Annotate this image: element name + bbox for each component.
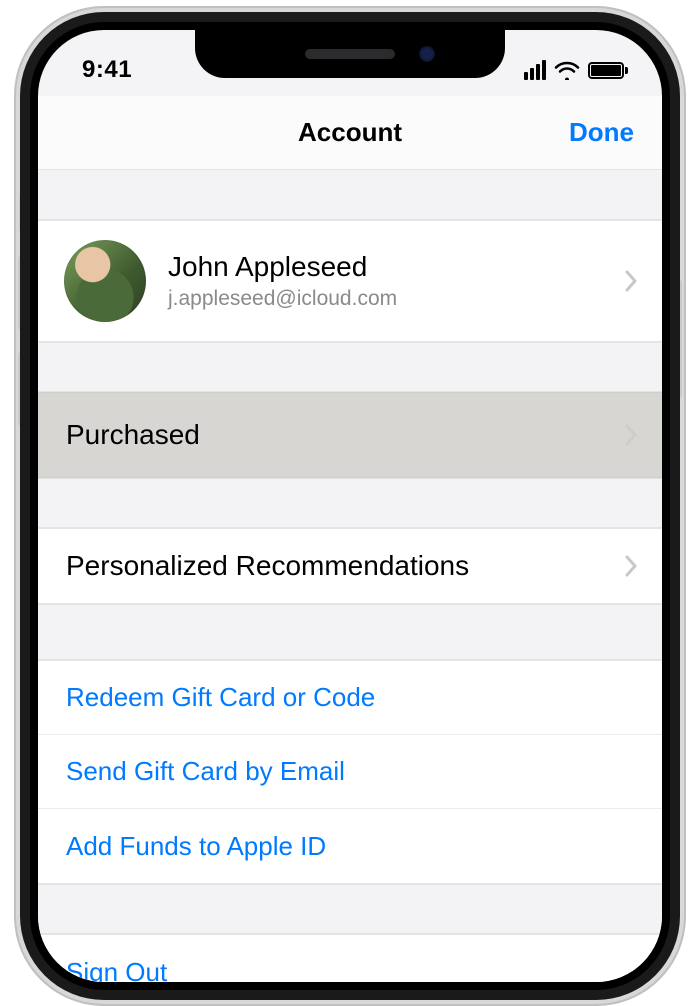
- done-button[interactable]: Done: [569, 117, 634, 148]
- status-icons: [524, 60, 624, 80]
- send-gift-label: Send Gift Card by Email: [66, 756, 345, 787]
- status-time: 9:41: [82, 56, 132, 84]
- gift-links-group: Redeem Gift Card or Code Send Gift Card …: [38, 660, 662, 884]
- profile-email: j.appleseed@icloud.com: [168, 287, 397, 311]
- redeem-row[interactable]: Redeem Gift Card or Code: [38, 661, 662, 735]
- redeem-label: Redeem Gift Card or Code: [66, 682, 375, 713]
- device-frame: 9:41: [14, 6, 686, 1006]
- chevron-right-icon: [624, 554, 638, 578]
- send-gift-row[interactable]: Send Gift Card by Email: [38, 735, 662, 809]
- group-separator: [38, 170, 662, 220]
- front-camera: [419, 46, 435, 62]
- group-separator: [38, 342, 662, 392]
- purchased-label: Purchased: [66, 419, 200, 451]
- earpiece-speaker: [305, 49, 395, 59]
- recommendations-group: Personalized Recommendations: [38, 528, 662, 604]
- purchased-group: Purchased: [38, 392, 662, 478]
- wifi-icon: [554, 60, 580, 80]
- chevron-right-icon: [624, 423, 638, 447]
- notch: [195, 30, 505, 78]
- add-funds-row[interactable]: Add Funds to Apple ID: [38, 809, 662, 883]
- battery-icon: [588, 62, 624, 79]
- device-bezel-inner: 9:41: [30, 22, 670, 990]
- avatar: [64, 240, 146, 322]
- add-funds-label: Add Funds to Apple ID: [66, 831, 326, 862]
- recommendations-row[interactable]: Personalized Recommendations: [38, 529, 662, 603]
- profile-row[interactable]: John Appleseed j.appleseed@icloud.com: [38, 221, 662, 341]
- chevron-right-icon: [624, 269, 638, 293]
- profile-text: John Appleseed j.appleseed@icloud.com: [168, 251, 397, 311]
- cellular-signal-icon: [524, 60, 546, 80]
- screen: 9:41: [38, 30, 662, 982]
- recommendations-label: Personalized Recommendations: [66, 550, 469, 582]
- content: John Appleseed j.appleseed@icloud.com: [38, 170, 662, 982]
- profile-group: John Appleseed j.appleseed@icloud.com: [38, 220, 662, 342]
- profile-name: John Appleseed: [168, 251, 397, 283]
- purchased-row[interactable]: Purchased: [38, 392, 662, 478]
- device-bezel: 9:41: [20, 12, 680, 1000]
- nav-bar: Account Done: [38, 96, 662, 170]
- group-separator: [38, 478, 662, 528]
- sign-out-group: Sign Out: [38, 934, 662, 982]
- sign-out-label: Sign Out: [66, 957, 167, 983]
- sign-out-row[interactable]: Sign Out: [38, 935, 662, 982]
- page-title: Account: [298, 117, 402, 148]
- group-separator: [38, 604, 662, 660]
- group-separator: [38, 884, 662, 934]
